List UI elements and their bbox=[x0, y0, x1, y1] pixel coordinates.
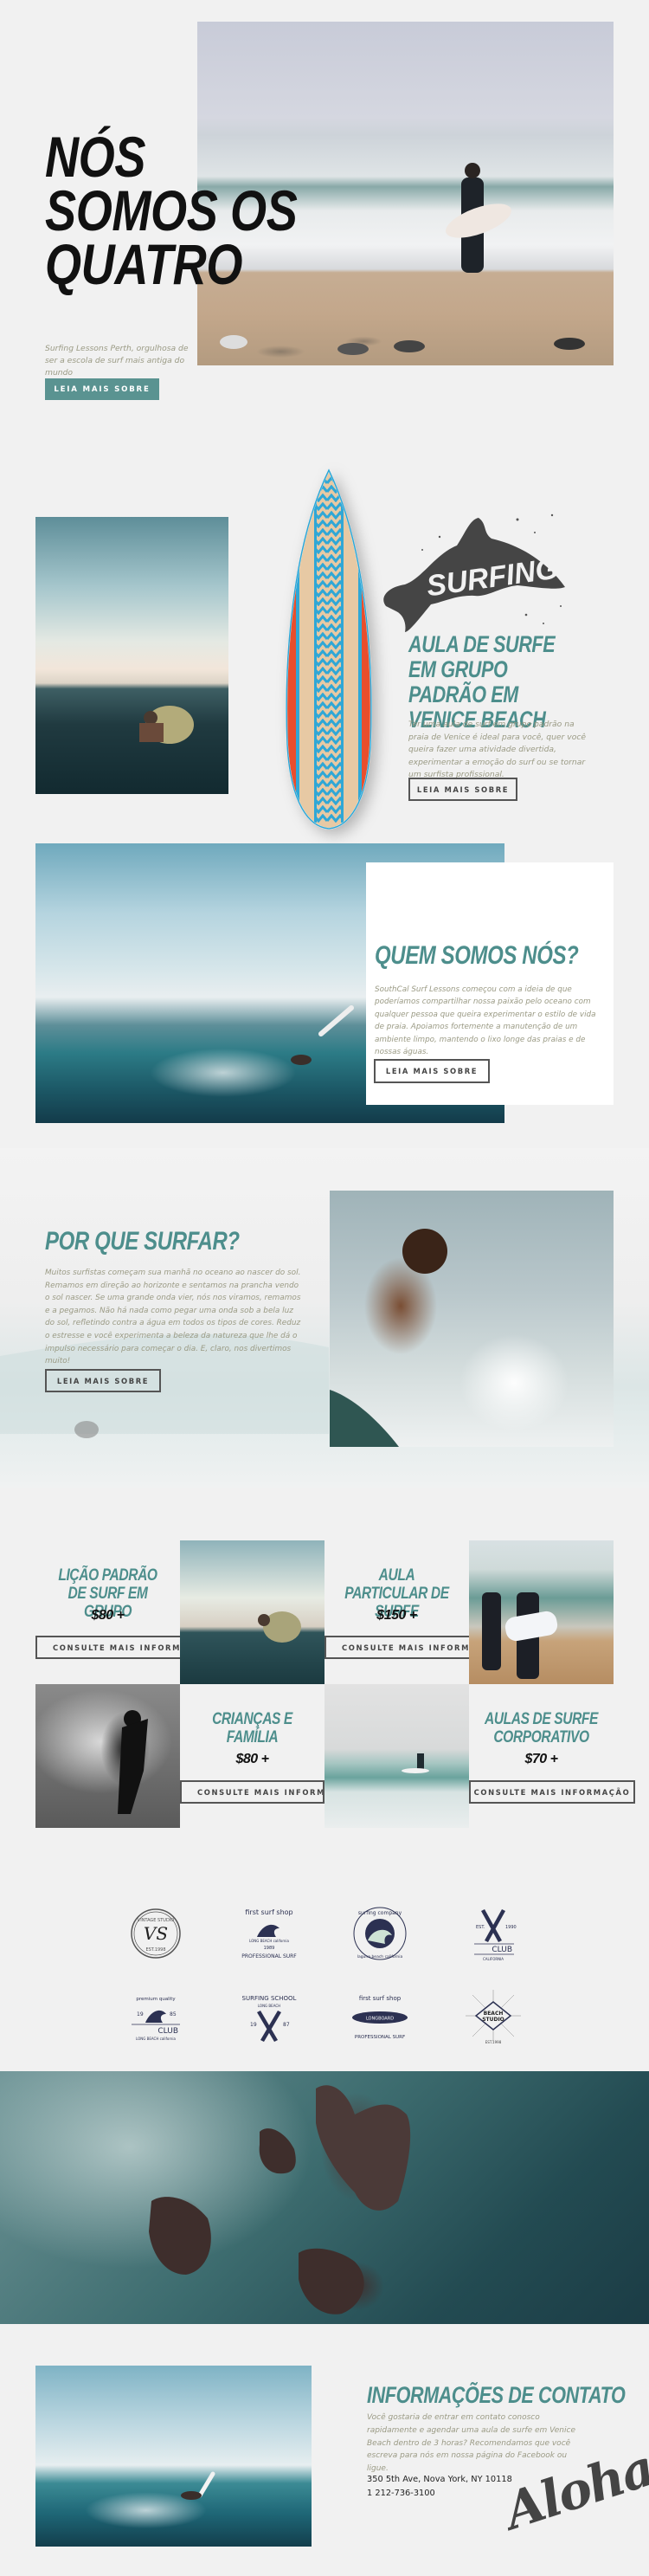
about-card: Quem somos nós? SouthCal Surf Lessons co… bbox=[366, 862, 614, 1105]
beach-studio-logo-icon: BEACH STUDIO EST.1998 bbox=[466, 1990, 521, 2044]
about-read-more-button[interactable]: LEIA MAIS SOBRE bbox=[374, 1059, 490, 1083]
why-surf-title: Por que surfar? bbox=[45, 1227, 240, 1256]
svg-text:CLUB: CLUB bbox=[157, 2027, 178, 2036]
ocean-rocks-banner-image bbox=[0, 2071, 649, 2324]
surfing-company-logo-icon: surfing company laguna beach california bbox=[353, 1907, 407, 1960]
pricing-more-info-button[interactable]: CONSULTE MAIS INFORMAÇÃO bbox=[469, 1780, 635, 1804]
group-lesson-body: Ter uma aula de surf em grupo padrão na … bbox=[408, 720, 587, 780]
svg-text:premium quality: premium quality bbox=[136, 1997, 176, 2002]
svg-text:19: 19 bbox=[250, 2022, 257, 2028]
splash-surfer-image bbox=[330, 1191, 614, 1447]
svg-text:CALIFORNIA: CALIFORNIA bbox=[483, 1957, 504, 1961]
vintage-studio-logo-icon: VINTAGE STUDIO VS EST.1998 bbox=[131, 1908, 181, 1959]
pricing-card-group: Lição padrão de surf em grupo $80 + bbox=[35, 1540, 180, 1684]
svg-text:first surf shop: first surf shop bbox=[245, 1908, 292, 1916]
svg-text:laguna beach california: laguna beach california bbox=[357, 1954, 403, 1959]
ocean-rocks-graphic bbox=[149, 2085, 411, 2315]
splash-surfer-graphic bbox=[330, 1229, 447, 1447]
svg-text:87: 87 bbox=[283, 2022, 290, 2028]
why-surf-body: Muitos surfistas começam sua manhã no oc… bbox=[45, 1269, 301, 1366]
pricing-card-family: Crianças e família $80 + bbox=[180, 1684, 324, 1828]
hero-title: Nós somos os quatro bbox=[45, 125, 414, 296]
pricing-image-wave-rider bbox=[324, 1684, 469, 1828]
logo-beach-studio[interactable]: BEACH STUDIO EST.1998 bbox=[462, 1986, 524, 2049]
pricing-image-couple bbox=[469, 1540, 614, 1684]
surfer-sitting-image bbox=[35, 517, 228, 794]
svg-text:LONG BEACH: LONG BEACH bbox=[258, 2004, 280, 2008]
logo-first-surf-shop-1989[interactable]: first surf shop LONG BEACH california 19… bbox=[238, 1902, 300, 1965]
bw-surfer-graphic bbox=[118, 1710, 148, 1814]
premium-quality-club-logo-icon: premium quality 19 85 CLUB LONG BEACH ca… bbox=[132, 1997, 180, 2041]
svg-text:85: 85 bbox=[170, 2011, 177, 2018]
logo-club-california[interactable]: EST. 1990 CLUB CALIFORNIA bbox=[462, 1902, 524, 1965]
svg-text:first surf shop: first surf shop bbox=[359, 1995, 402, 2002]
group-lesson-read-more-button[interactable]: LEIA MAIS SOBRE bbox=[408, 778, 517, 801]
surfing-school-logo-icon: SURFING SCHOOL LONG BEACH 19 87 bbox=[242, 1995, 297, 2042]
contact-phone-link[interactable]: 1 212-736-3100 bbox=[367, 2489, 435, 2498]
club-california-logo-icon: EST. 1990 CLUB CALIFORNIA bbox=[474, 1909, 517, 1961]
svg-text:BEACH: BEACH bbox=[484, 2011, 504, 2017]
pricing-price: $80 + bbox=[91, 1608, 125, 1623]
svg-text:1990: 1990 bbox=[505, 1925, 517, 1930]
longboard-logo-icon: first surf shop LONGBOARD PROFESSIONAL S… bbox=[352, 1995, 408, 2040]
svg-text:19: 19 bbox=[137, 2011, 144, 2018]
logo-premium-quality-club[interactable]: premium quality 19 85 CLUB LONG BEACH ca… bbox=[125, 1986, 187, 2049]
svg-text:PROFESSIONAL SURF: PROFESSIONAL SURF bbox=[355, 2035, 405, 2040]
svg-text:LONG BEACH california: LONG BEACH california bbox=[136, 2037, 177, 2041]
hero-title-line-1: Nós bbox=[45, 125, 146, 189]
about-title: Quem somos nós? bbox=[375, 941, 579, 970]
pricing-card-private: Aula particular de surfe $150 + bbox=[324, 1540, 469, 1684]
svg-text:STUDIO: STUDIO bbox=[482, 2017, 504, 2023]
surfer-sitting-graphic bbox=[139, 706, 194, 744]
pricing-more-info-button[interactable]: CONSULTE MAIS INFORMAÇÃO bbox=[180, 1780, 324, 1804]
pricing-price: $150 + bbox=[376, 1608, 417, 1623]
logo-longboard[interactable]: first surf shop LONGBOARD PROFESSIONAL S… bbox=[349, 1986, 411, 2049]
svg-text:LONG BEACH california: LONG BEACH california bbox=[249, 1939, 290, 1943]
pricing-image-bw-surfer bbox=[35, 1684, 180, 1828]
contact-wave-image bbox=[35, 2366, 312, 2547]
hero-read-more-button[interactable]: LEIA MAIS SOBRE bbox=[45, 378, 159, 400]
svg-text:SURFING SCHOOL: SURFING SCHOOL bbox=[242, 1995, 297, 2002]
svg-text:PROFESSIONAL SURF: PROFESSIONAL SURF bbox=[241, 1953, 297, 1959]
svg-text:EST.1998: EST.1998 bbox=[145, 1947, 165, 1953]
svg-text:LONGBOARD: LONGBOARD bbox=[366, 2017, 394, 2022]
pricing-title: Crianças e família bbox=[212, 1710, 292, 1746]
group-lesson-title: Aula de surfe em grupo padrão em Venice … bbox=[408, 631, 556, 733]
hero-title-line-3: quatro bbox=[45, 232, 243, 296]
about-body: SouthCal Surf Lessons começou com a idei… bbox=[375, 985, 596, 1057]
svg-text:CLUB: CLUB bbox=[492, 1946, 512, 1954]
hero-subtitle: Surfing Lessons Perth, orgulhosa de ser … bbox=[45, 344, 189, 378]
svg-text:1989: 1989 bbox=[264, 1946, 275, 1951]
surfboard-illustration bbox=[286, 468, 372, 830]
contact-address: 350 5th Ave, Nova York, NY 10118 bbox=[367, 2475, 512, 2484]
sitting-surfer-graphic bbox=[258, 1611, 301, 1643]
pricing-card-corporate: Aulas de surfe corporativo $70 + bbox=[469, 1684, 614, 1828]
contact-title: Informações de contato bbox=[367, 2382, 626, 2408]
contact-wave-surfer-graphic bbox=[181, 2471, 215, 2500]
logo-surfing-school[interactable]: SURFING SCHOOL LONG BEACH 19 87 bbox=[238, 1986, 300, 2049]
svg-text:VS: VS bbox=[144, 1923, 168, 1944]
pricing-title: Aulas de surfe corporativo bbox=[484, 1710, 599, 1746]
svg-text:surfing company: surfing company bbox=[358, 1910, 402, 1916]
svg-text:EST.: EST. bbox=[476, 1925, 485, 1930]
surfing-dolphin-badge: SURFING bbox=[370, 485, 578, 632]
pricing-image-sitting bbox=[180, 1540, 324, 1684]
hero-title-line-2: somos os bbox=[45, 178, 298, 242]
why-surf-read-more-button[interactable]: LEIA MAIS SOBRE bbox=[45, 1369, 161, 1392]
logo-surfing-company[interactable]: surfing company laguna beach california bbox=[349, 1902, 411, 1965]
wave-rider-graphic bbox=[402, 1753, 429, 1773]
first-surf-shop-logo-icon: first surf shop LONG BEACH california 19… bbox=[241, 1908, 297, 1959]
dolphin-icon: SURFING bbox=[383, 513, 565, 632]
logo-vintage-studio[interactable]: VINTAGE STUDIO VS EST.1998 bbox=[125, 1902, 187, 1965]
surfer-couple-graphic bbox=[482, 1592, 558, 1679]
pricing-price: $80 + bbox=[235, 1752, 269, 1766]
svg-text:EST.1998: EST.1998 bbox=[485, 2040, 502, 2044]
pricing-price: $70 + bbox=[524, 1752, 558, 1766]
